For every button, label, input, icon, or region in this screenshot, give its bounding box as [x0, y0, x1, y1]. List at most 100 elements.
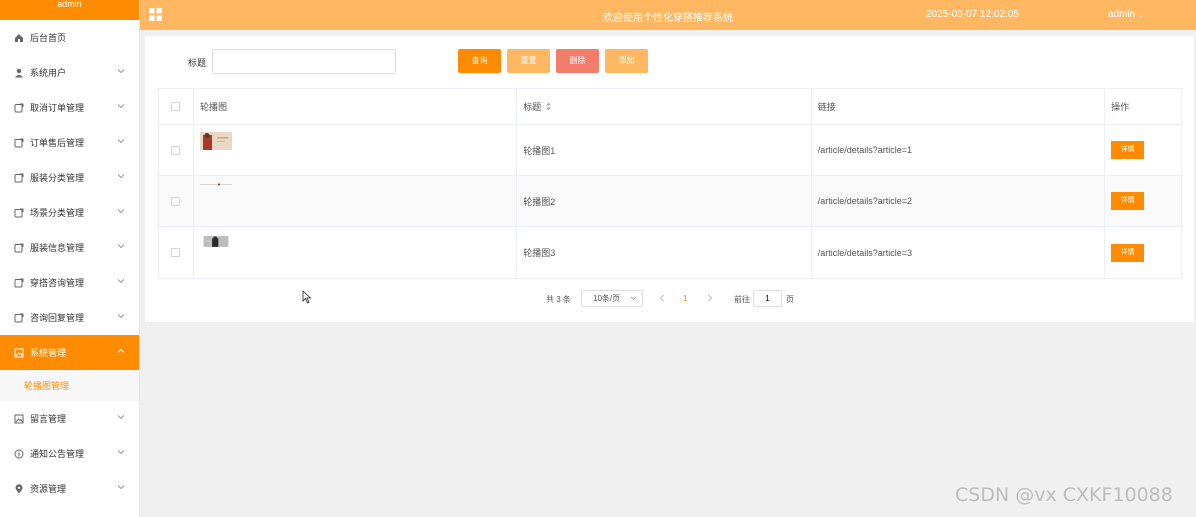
sidebar-item-messages[interactable]: 留言管理: [0, 401, 139, 436]
row-checkbox-cell: [159, 227, 194, 278]
picture-icon: [14, 348, 24, 358]
sidebar-item-label: 留言管理: [30, 414, 67, 424]
chevron-up-icon: [117, 348, 125, 353]
column-header-title-label: 标题: [523, 102, 542, 112]
sort-icon[interactable]: [545, 102, 552, 111]
chevron-down-icon: [117, 104, 125, 109]
sidebar-item-label: 取消订单管理: [30, 103, 85, 113]
link-cell: /article/details?article=3: [812, 227, 1106, 278]
title-cell: 轮播图2: [517, 176, 812, 226]
sidebar-item-resources[interactable]: 资源管理: [0, 471, 139, 506]
row-checkbox[interactable]: [171, 145, 181, 155]
query-button[interactable]: 查询: [458, 49, 501, 73]
sidebar-subitem-carousel[interactable]: 轮播图管理: [0, 370, 139, 401]
carousel-thumbnail: [199, 132, 232, 150]
column-header-title[interactable]: 标题: [517, 89, 812, 124]
detail-button[interactable]: 详情: [1111, 243, 1145, 262]
chevron-down-icon: [117, 314, 125, 319]
reset-button[interactable]: 重置: [507, 49, 550, 73]
location-icon: [14, 483, 24, 494]
main-panel: 标题 查询 重置 删除 添加 轮播图 标题 链接 操作 轮播图1 /articl…: [145, 36, 1194, 322]
page-size-select[interactable]: 10条/页: [581, 290, 643, 307]
sidebar-item-label: 通知公告管理: [30, 449, 85, 459]
actions-cell: 详情: [1105, 227, 1181, 278]
title-search-input[interactable]: [212, 49, 396, 74]
page-size-value: 10条/页: [593, 294, 621, 303]
sidebar-item-scene-category[interactable]: 场景分类管理: [0, 195, 139, 230]
row-checkbox[interactable]: [171, 196, 181, 206]
detail-button[interactable]: 详情: [1111, 192, 1145, 210]
carousel-table: 轮播图 标题 链接 操作 轮播图1 /article/details?artic…: [158, 88, 1182, 279]
row-checkbox[interactable]: [171, 248, 181, 257]
user-menu[interactable]: admin ⌄: [1108, 9, 1144, 20]
sidebar-item-clothing-info[interactable]: 服装信息管理: [0, 230, 139, 265]
chevron-down-icon: [117, 450, 125, 455]
prev-page-icon[interactable]: [658, 293, 666, 303]
goto-label: 前往: [734, 295, 750, 304]
link-cell: /article/details?article=1: [812, 125, 1106, 175]
document-icon: [14, 173, 24, 183]
add-button[interactable]: 添加: [605, 49, 648, 73]
sidebar-item-consult-reply[interactable]: 咨询回复管理: [0, 300, 139, 335]
sidebar-item-home[interactable]: 后台首页: [0, 20, 139, 55]
actions-cell: 详情: [1105, 176, 1181, 226]
title-cell: 轮播图1: [517, 125, 812, 175]
sidebar-item-label: 系统管理: [30, 348, 67, 358]
user-icon: [14, 68, 24, 78]
sidebar-item-system-users[interactable]: 系统用户: [0, 55, 139, 90]
sidebar-item-clothing-category[interactable]: 服装分类管理: [0, 160, 139, 195]
user-name: admin: [1108, 9, 1136, 20]
top-header: 欢迎使用个性化穿搭推荐系统 2025-03-07 12:02:05 admin …: [140, 0, 1196, 30]
sidebar-item-label: 订单售后管理: [30, 138, 85, 148]
document-icon: [14, 278, 24, 288]
sidebar-item-label: 服装分类管理: [30, 173, 85, 183]
table-row: 轮播图3 /article/details?article=3 详情: [159, 227, 1181, 278]
column-header-actions: 操作: [1111, 102, 1130, 112]
actions-cell: 详情: [1105, 125, 1181, 175]
image-cell: [194, 125, 518, 175]
chevron-down-icon: [117, 174, 125, 179]
goto-page-input[interactable]: [753, 290, 782, 307]
delete-button[interactable]: 删除: [556, 49, 599, 73]
table-row: 轮播图2 /article/details?article=2 详情: [159, 176, 1181, 227]
current-page[interactable]: 1: [683, 294, 687, 303]
sidebar-item-notices[interactable]: 通知公告管理: [0, 436, 139, 471]
document-icon: [14, 138, 24, 148]
table-row: 轮播图1 /article/details?article=1 详情: [159, 125, 1181, 176]
row-checkbox-cell: [159, 176, 194, 226]
next-page-icon[interactable]: [706, 293, 714, 303]
sidebar-item-outfit-consult[interactable]: 穿搭咨询管理: [0, 265, 139, 300]
search-label: 标题: [188, 58, 207, 68]
sidebar-item-label: 资源管理: [30, 484, 67, 494]
sidebar-item-label: 后台首页: [30, 33, 67, 43]
chevron-down-icon: [117, 279, 125, 284]
sidebar-item-label: 咨询回复管理: [30, 313, 85, 323]
select-all-checkbox[interactable]: [171, 102, 181, 111]
chevron-down-icon: [117, 415, 125, 420]
sidebar-item-after-sales[interactable]: 订单售后管理: [0, 125, 139, 160]
carousel-thumbnail: [199, 183, 232, 186]
document-icon: [14, 243, 24, 253]
detail-button[interactable]: 详情: [1111, 141, 1145, 159]
sidebar-item-system-management[interactable]: 系统管理: [0, 335, 139, 370]
row-checkbox-cell: [159, 125, 194, 175]
chevron-down-icon: [117, 139, 125, 144]
document-icon: [14, 313, 24, 323]
sidebar-item-label: 服装信息管理: [30, 243, 85, 253]
image-cell: [194, 176, 518, 226]
picture-icon: [14, 414, 24, 424]
chevron-down-icon: [117, 244, 125, 249]
total-count: 共 3 条: [546, 295, 571, 304]
sidebar-item-label: 场景分类管理: [30, 208, 85, 218]
chevron-down-icon: [117, 209, 125, 214]
page-unit-label: 页: [786, 295, 794, 304]
sidebar-item-label: 系统用户: [30, 68, 67, 78]
sidebar-brand: admin: [0, 0, 139, 20]
watermark: CSDN @vx CXKF10088: [955, 484, 1173, 506]
sidebar-item-cancel-orders[interactable]: 取消订单管理: [0, 90, 139, 125]
document-icon: [14, 208, 24, 218]
sidebar: admin 后台首页 系统用户 取消订单管理 订单售后管理 服装分类管理 场景分…: [0, 0, 140, 517]
mouse-cursor-icon: [302, 290, 312, 304]
chevron-down-icon: [117, 485, 125, 490]
header-checkbox-cell: [159, 89, 194, 124]
